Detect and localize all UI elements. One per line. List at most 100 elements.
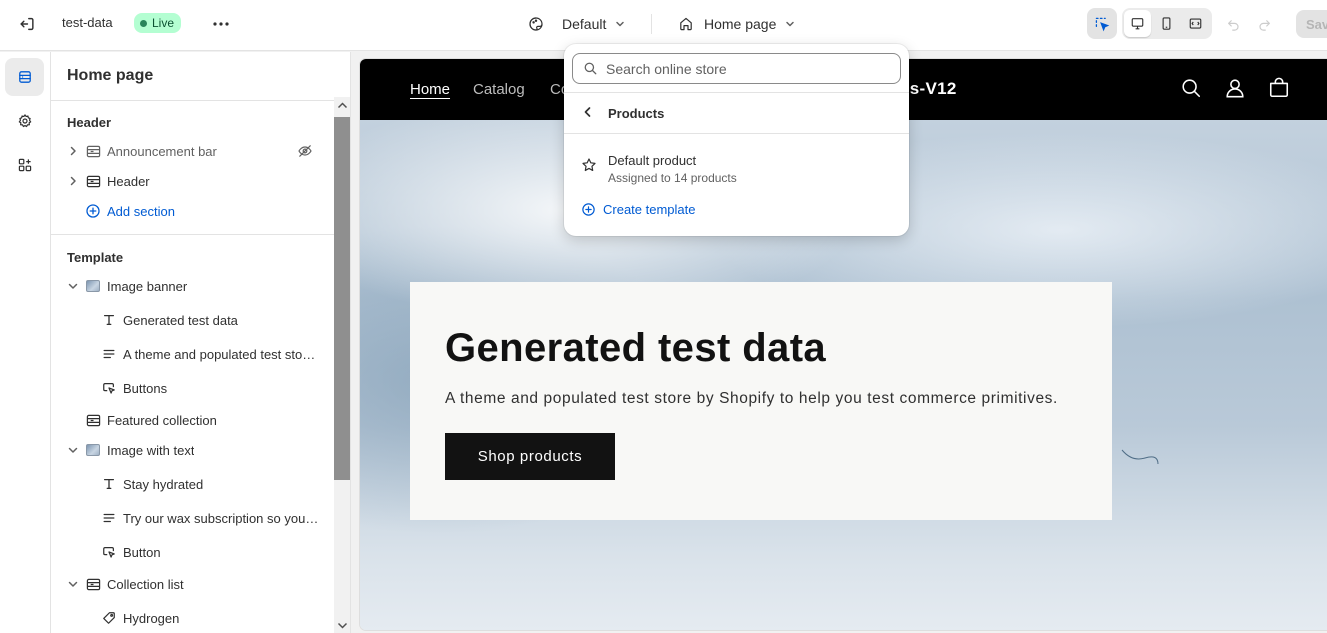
save-button[interactable]: Save: [1296, 10, 1327, 38]
block-label: Buttons: [123, 381, 168, 396]
section-row-announcement-bar[interactable]: Announcement bar: [51, 138, 334, 164]
status-badge: Live: [134, 13, 182, 33]
inspector-toggle-button[interactable]: [1087, 8, 1117, 39]
text-type-icon: [101, 312, 117, 328]
block-row-text[interactable]: Try our wax subscription so you never ru…: [51, 505, 334, 531]
block-label: Try our wax subscription so you never ru…: [123, 511, 319, 526]
section-row-image-with-text[interactable]: Image with text: [51, 437, 334, 463]
account-icon[interactable]: [1224, 77, 1246, 99]
more-actions-button[interactable]: [209, 12, 233, 36]
block-label: Hydrogen: [123, 611, 180, 626]
desktop-view-button[interactable]: [1124, 10, 1151, 37]
mobile-icon: [1162, 17, 1171, 30]
scroll-up-arrow-icon[interactable]: [337, 101, 348, 109]
hidden-eye-icon[interactable]: [297, 143, 313, 159]
page-selector-popover: Products Default product Assigned to 14 …: [564, 44, 909, 236]
select-cursor-icon: [1095, 17, 1110, 31]
fullscreen-view-button[interactable]: [1182, 10, 1209, 37]
image-thumbnail-icon: [85, 278, 101, 294]
divider: [564, 133, 909, 134]
chevron-down-icon: [68, 447, 78, 453]
section-layout-icon: [85, 143, 101, 159]
section-row-collection-list[interactable]: Collection list: [51, 571, 334, 597]
template-meta: Assigned to 14 products: [608, 171, 737, 185]
section-row-image-banner[interactable]: Image banner: [51, 273, 334, 299]
sidebar-scrollbar-thumb[interactable]: [334, 117, 350, 480]
search-field[interactable]: [572, 53, 901, 84]
block-row-text[interactable]: A theme and populated test store by Shop…: [51, 341, 334, 367]
block-label: Button: [123, 545, 161, 560]
section-label: Image with text: [107, 443, 195, 458]
theme-icon: [529, 17, 543, 31]
home-icon: [680, 17, 692, 31]
redo-button[interactable]: [1253, 13, 1275, 35]
cart-icon[interactable]: [1268, 77, 1290, 99]
page-selector-label: Home page: [704, 16, 777, 32]
section-row-header[interactable]: Header: [51, 168, 334, 194]
chevron-down-icon: [68, 283, 78, 289]
fullscreen-icon: [1189, 18, 1202, 29]
create-template-button[interactable]: Create template: [581, 202, 696, 217]
undo-icon: [1227, 19, 1239, 31]
section-label: Announcement bar: [107, 144, 217, 159]
banner-heading: Generated test data: [445, 326, 827, 370]
chevron-left-icon[interactable]: [581, 105, 595, 119]
desktop-icon: [1131, 18, 1144, 30]
apps-tab-button[interactable]: [5, 146, 44, 184]
theme-selector-label: Default: [562, 16, 607, 32]
section-label: Featured collection: [107, 413, 217, 428]
popover-breadcrumb: Products: [608, 106, 665, 121]
gear-icon: [18, 114, 31, 128]
editor-rail: [0, 52, 51, 633]
live-dot-icon: [140, 19, 147, 27]
block-row-button[interactable]: Button: [51, 539, 334, 565]
store-name: test-data: [62, 15, 113, 30]
template-option-default-product[interactable]: Default product Assigned to 14 products: [564, 142, 909, 188]
sidebar-title: Home page: [67, 67, 154, 84]
section-row-featured-collection[interactable]: Featured collection: [51, 407, 334, 433]
add-section-button[interactable]: Add section: [51, 198, 334, 224]
apps-icon: [18, 158, 31, 172]
paragraph-icon: [101, 510, 117, 526]
block-row-heading[interactable]: Stay hydrated: [51, 471, 334, 497]
topbar-divider: [651, 14, 652, 34]
section-label: Header: [107, 174, 150, 189]
banner-text: A theme and populated test store by Shop…: [445, 390, 1058, 407]
theme-settings-tab-button[interactable]: [5, 102, 44, 140]
mobile-view-button[interactable]: [1153, 10, 1180, 37]
divider: [564, 92, 909, 93]
divider: [51, 234, 334, 235]
nav-link-catalog[interactable]: Catalog: [473, 81, 525, 98]
sections-tab-button[interactable]: [5, 58, 44, 96]
block-row-collection[interactable]: Hydrogen: [51, 605, 334, 631]
button-pointer-icon: [101, 380, 117, 396]
theme-selector[interactable]: Default: [528, 11, 626, 37]
section-layout-icon: [85, 576, 101, 592]
undo-button[interactable]: [1222, 13, 1244, 35]
chevron-down-icon: [786, 21, 795, 27]
header-group-title: Header: [67, 115, 112, 130]
banner-content-box: Generated test data A theme and populate…: [410, 282, 1112, 520]
section-layout-icon: [85, 173, 101, 189]
block-row-buttons[interactable]: Buttons: [51, 375, 334, 401]
nav-link-home[interactable]: Home: [410, 81, 450, 98]
sections-icon: [18, 71, 31, 83]
text-type-icon: [101, 476, 117, 492]
search-icon[interactable]: [1180, 77, 1202, 99]
sections-sidebar: Home page Header Announcement bar Header…: [51, 52, 351, 633]
block-label: A theme and populated test store by Shop…: [123, 347, 319, 362]
shop-products-button[interactable]: Shop products: [445, 433, 615, 480]
block-row-heading[interactable]: Generated test data: [51, 307, 334, 333]
chevron-right-icon: [70, 176, 76, 186]
plus-circle-icon: [85, 203, 101, 219]
scroll-down-arrow-icon[interactable]: [337, 622, 348, 630]
button-pointer-icon: [101, 544, 117, 560]
block-label: Generated test data: [123, 313, 238, 328]
chevron-right-icon: [70, 146, 76, 156]
paragraph-icon: [101, 346, 117, 362]
search-input[interactable]: [606, 60, 886, 77]
tag-icon: [101, 610, 117, 626]
viewport-switcher: [1122, 8, 1212, 39]
exit-editor-button[interactable]: [14, 12, 40, 36]
page-selector[interactable]: Home page: [678, 11, 796, 37]
